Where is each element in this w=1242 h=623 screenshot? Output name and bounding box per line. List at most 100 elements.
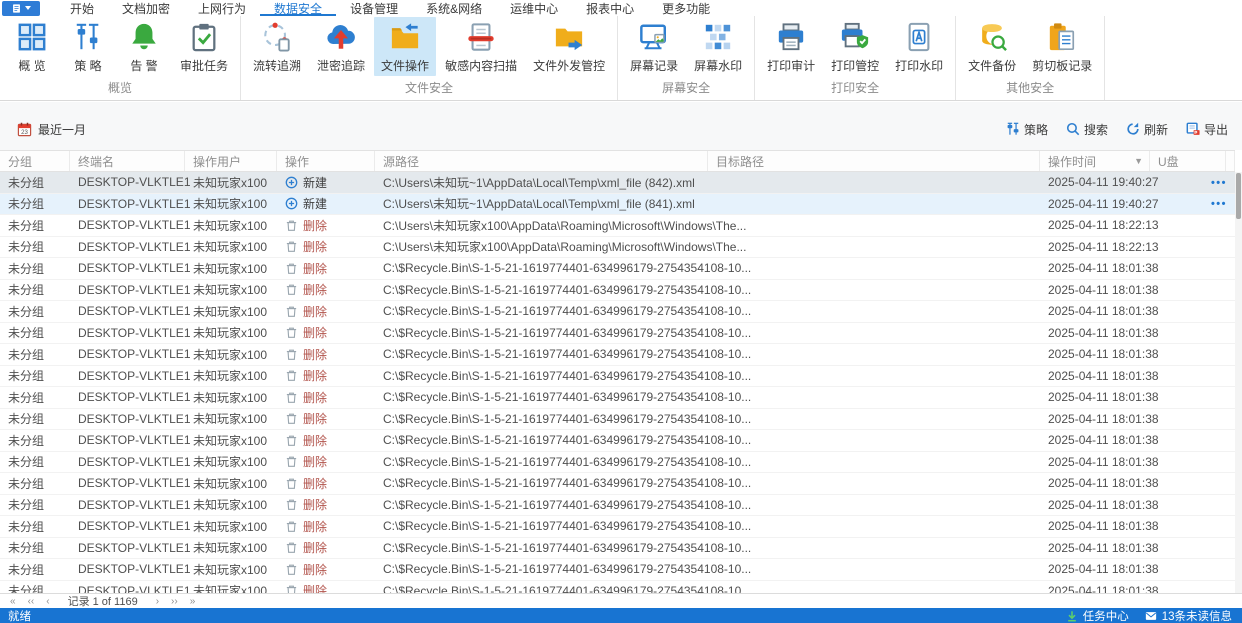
- ribbon-button[interactable]: 告 警: [117, 17, 171, 76]
- vertical-scrollbar[interactable]: [1235, 172, 1242, 593]
- column-header-source[interactable]: 源路径: [375, 151, 708, 171]
- row-actions-menu-button[interactable]: •••: [1211, 172, 1227, 194]
- column-header-usb[interactable]: U盘: [1150, 151, 1226, 171]
- table-row[interactable]: 未分组 DESKTOP-VLKTLE1 未知玩家x100 删除 C:\$Recycle.…: [0, 365, 1235, 387]
- pager-fast-prev-button[interactable]: ‹‹: [24, 595, 39, 608]
- ribbon-button[interactable]: 屏幕水印: [687, 17, 749, 76]
- toolbar-action-button[interactable]: 策略: [1006, 121, 1048, 138]
- ribbon-button[interactable]: 审批任务: [173, 17, 235, 76]
- ribbon-group: 文件备份 剪切板记录 其他安全: [956, 16, 1106, 100]
- table-row[interactable]: 未分组 DESKTOP-VLKTLE1 未知玩家x100 删除 C:\$Recycle.…: [0, 516, 1235, 538]
- table-row[interactable]: 未分组 DESKTOP-VLKTLE1 未知玩家x100 删除 C:\$Recycle.…: [0, 322, 1235, 344]
- cell-group: 未分组: [8, 175, 45, 190]
- table-row[interactable]: 未分组 DESKTOP-VLKTLE1 未知玩家x100 删除 C:\$Recycle.…: [0, 559, 1235, 581]
- ribbon-button[interactable]: 屏幕记录: [623, 17, 685, 76]
- table-row[interactable]: 未分组 DESKTOP-VLKTLE1 未知玩家x100 新建 C:\Users\未知玩…: [0, 193, 1235, 216]
- ribbon-button[interactable]: 文件操作: [374, 17, 437, 76]
- ribbon-button-label: 敏感内容扫描: [445, 59, 518, 73]
- menu-tabs: 开始 文档加密 上网行为 数据安全 设备管理 系统&网络 运维中心 报表中心 更多功能: [56, 0, 724, 16]
- table-row[interactable]: 未分组 DESKTOP-VLKTLE1 未知玩家x100 新建 C:\Users\未知玩…: [0, 172, 1235, 194]
- ribbon-group-items: 流转追溯 泄密追踪 文件操作 敏感内容扫描 文件外发管控: [245, 16, 613, 77]
- cell-terminal: DESKTOP-VLKTLE1: [78, 390, 191, 405]
- ribbon-button[interactable]: 概 览: [5, 17, 59, 76]
- table-row[interactable]: 未分组 DESKTOP-VLKTLE1 未知玩家x100 删除 C:\$Recycle.…: [0, 473, 1235, 495]
- cell-stub: [1226, 581, 1235, 594]
- table-row[interactable]: 未分组 DESKTOP-VLKTLE1 未知玩家x100 删除 C:\$Recycle.…: [0, 258, 1235, 280]
- table-row[interactable]: 未分组 DESKTOP-VLKTLE1 未知玩家x100 删除 C:\Users\未知玩…: [0, 236, 1235, 258]
- pager-next-button[interactable]: ›: [152, 595, 163, 608]
- operation-label: 删除: [303, 541, 328, 556]
- menu-tab-7[interactable]: 运维中心: [496, 0, 572, 16]
- pager-prev-button[interactable]: ‹: [42, 595, 53, 608]
- menu-tab-2[interactable]: 文档加密: [108, 0, 184, 16]
- pager-fast-next-button[interactable]: ››: [167, 595, 182, 608]
- column-filter-dropdown-icon[interactable]: ▼: [1134, 156, 1143, 166]
- cell-op-time: 2025-04-11 18:01:38: [1048, 454, 1159, 469]
- pager-first-button[interactable]: «: [6, 595, 20, 608]
- ribbon-button-label: 文件备份: [968, 59, 1017, 73]
- ribbon-button[interactable]: 剪切板记录: [1025, 17, 1099, 76]
- pager-last-button[interactable]: »: [186, 595, 200, 608]
- table-row[interactable]: 未分组 DESKTOP-VLKTLE1 未知玩家x100 删除 C:\$Recycle.…: [0, 494, 1235, 516]
- table-row[interactable]: 未分组 DESKTOP-VLKTLE1 未知玩家x100 删除 C:\Users\未知玩…: [0, 215, 1235, 237]
- menu-tab-8[interactable]: 报表中心: [572, 0, 648, 16]
- menu-tab-9[interactable]: 更多功能: [648, 0, 724, 16]
- table-row[interactable]: 未分组 DESKTOP-VLKTLE1 未知玩家x100 删除 C:\$Recycle.…: [0, 387, 1235, 409]
- cell-source-path: C:\$Recycle.Bin\S-1-5-21-1619774401-6349…: [383, 261, 752, 276]
- menu-tab-5[interactable]: 设备管理: [336, 0, 412, 16]
- table-row[interactable]: 未分组 DESKTOP-VLKTLE1 未知玩家x100 删除 C:\$Recycle.…: [0, 301, 1235, 323]
- table-row[interactable]: 未分组 DESKTOP-VLKTLE1 未知玩家x100 删除 C:\$Recycle.…: [0, 451, 1235, 473]
- cell-operation: 删除: [277, 516, 375, 537]
- column-header-op[interactable]: 操作: [277, 151, 375, 171]
- cell-source-path: C:\$Recycle.Bin\S-1-5-21-1619774401-6349…: [383, 476, 752, 491]
- unread-messages-button[interactable]: 13条未读信息: [1145, 608, 1232, 623]
- search-icon: [1066, 122, 1080, 136]
- column-header-label: 终端名: [78, 154, 115, 169]
- ribbon-button[interactable]: 策 略: [61, 17, 115, 76]
- cell-user: 未知玩家x100: [193, 584, 268, 593]
- table-row[interactable]: 未分组 DESKTOP-VLKTLE1 未知玩家x100 删除 C:\$Recycle.…: [0, 537, 1235, 559]
- app-menu-button[interactable]: [2, 0, 40, 16]
- table-row[interactable]: 未分组 DESKTOP-VLKTLE1 未知玩家x100 删除 C:\$Recycle.…: [0, 408, 1235, 430]
- column-header-time[interactable]: 操作时间 ▼: [1040, 151, 1150, 171]
- ribbon-button[interactable]: 敏感内容扫描: [438, 17, 524, 76]
- cell-source-path: C:\Users\未知玩家x100\AppData\Roaming\Micros…: [383, 218, 747, 233]
- row-actions-menu-button[interactable]: •••: [1211, 194, 1227, 216]
- column-header-terminal[interactable]: 终端名: [70, 151, 185, 171]
- cell-terminal: DESKTOP-VLKTLE1: [78, 261, 191, 276]
- ribbon-button[interactable]: 文件外发管控: [526, 17, 612, 76]
- cell-source-path: C:\$Recycle.Bin\S-1-5-21-1619774401-6349…: [383, 325, 752, 340]
- table-row[interactable]: 未分组 DESKTOP-VLKTLE1 未知玩家x100 删除 C:\$Recycle.…: [0, 279, 1235, 301]
- cell-op-time: 2025-04-11 18:01:38: [1048, 325, 1159, 340]
- toolbar-action-button[interactable]: 刷新: [1126, 121, 1168, 138]
- cell-terminal: DESKTOP-VLKTLE1: [78, 368, 191, 383]
- cell-group: 未分组: [8, 326, 45, 341]
- table-row[interactable]: 未分组 DESKTOP-VLKTLE1 未知玩家x100 删除 C:\$Recycle.…: [0, 430, 1235, 452]
- ribbon-button[interactable]: 打印管控: [824, 17, 886, 76]
- cell-user: 未知玩家x100: [193, 433, 268, 448]
- ribbon-button[interactable]: 流转追溯: [246, 17, 308, 76]
- ribbon-group-items: 打印审计 打印管控 打印水印: [759, 16, 951, 77]
- table-row[interactable]: 未分组 DESKTOP-VLKTLE1 未知玩家x100 删除 C:\$Recycle.…: [0, 580, 1235, 594]
- cell-operation: 新建: [277, 194, 375, 215]
- menu-tab-1[interactable]: 开始: [56, 0, 108, 16]
- menu-tab-4[interactable]: 数据安全: [260, 0, 336, 16]
- toolbar-action-button[interactable]: 导出: [1186, 121, 1228, 138]
- ribbon-button[interactable]: 打印水印: [888, 17, 950, 76]
- task-center-button[interactable]: 任务中心: [1066, 608, 1129, 623]
- toolbar-action-button[interactable]: 搜索: [1066, 121, 1108, 138]
- menu-tab-3[interactable]: 上网行为: [184, 0, 260, 16]
- trash-icon: [285, 455, 298, 468]
- scrollbar-thumb[interactable]: [1236, 173, 1241, 219]
- table-row[interactable]: 未分组 DESKTOP-VLKTLE1 未知玩家x100 删除 C:\$Recycle.…: [0, 344, 1235, 366]
- menu-tab-6[interactable]: 系统&网络: [412, 0, 496, 16]
- column-header-group[interactable]: 分组: [0, 151, 70, 171]
- ribbon-button[interactable]: 文件备份: [961, 17, 1023, 76]
- column-header-target[interactable]: 目标路径: [708, 151, 1040, 171]
- date-range-filter-button[interactable]: 23 最近一月: [17, 121, 86, 138]
- ribbon-button[interactable]: 打印审计: [760, 17, 822, 76]
- cell-user: 未知玩家x100: [193, 476, 268, 491]
- toolbar-action-label: 导出: [1203, 122, 1228, 137]
- column-header-user[interactable]: 操作用户: [185, 151, 277, 171]
- ribbon-button[interactable]: 泄密追踪: [310, 17, 372, 76]
